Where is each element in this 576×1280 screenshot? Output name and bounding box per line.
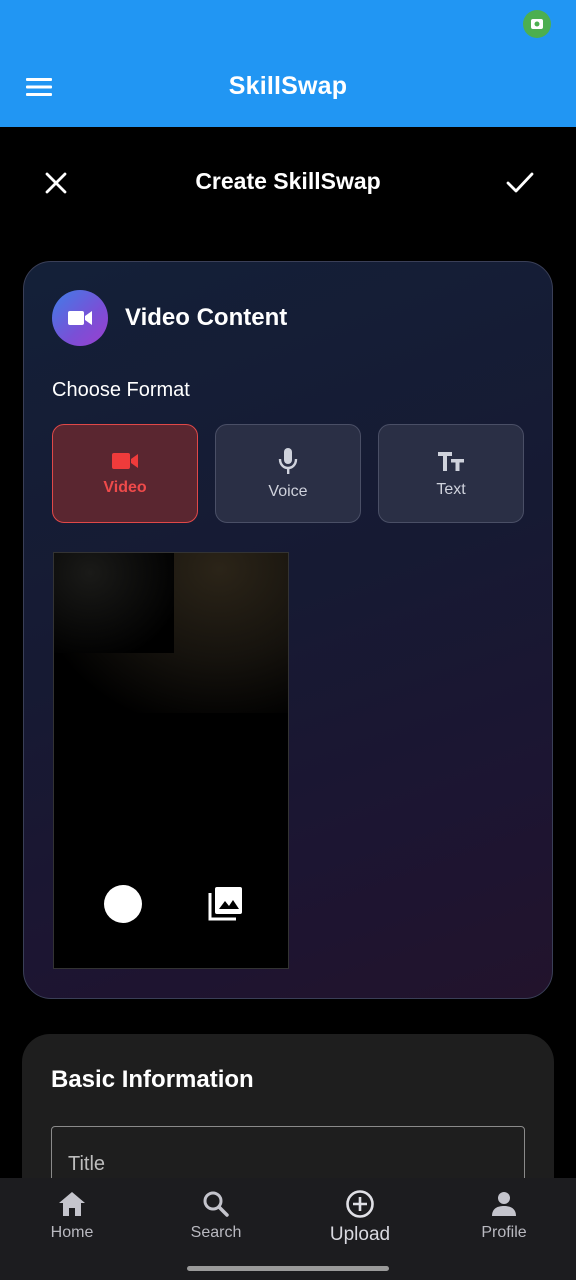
format-option-voice[interactable]: Voice: [215, 424, 361, 523]
bottom-navigation: Home Search Upload Profile: [0, 1178, 576, 1280]
page-title: Create SkillSwap: [195, 168, 381, 194]
nav-label: Profile: [481, 1224, 527, 1241]
home-icon: [59, 1192, 85, 1216]
nav-label: Upload: [329, 1224, 391, 1245]
record-button[interactable]: [104, 885, 142, 923]
home-indicator[interactable]: [187, 1266, 389, 1271]
videocam-icon: [112, 452, 138, 469]
video-content-card: Video Content Choose Format Video Voice …: [23, 261, 553, 999]
nav-item-upload[interactable]: Upload: [300, 1190, 420, 1246]
nav-item-home[interactable]: Home: [12, 1190, 132, 1242]
format-label: Video: [103, 478, 147, 496]
choose-format-label: Choose Format: [52, 379, 190, 401]
confirm-check-icon[interactable]: [500, 163, 540, 203]
app-title: SkillSwap: [228, 72, 348, 100]
nav-item-profile[interactable]: Profile: [444, 1190, 564, 1242]
nav-label: Home: [50, 1224, 94, 1241]
camera-preview: [53, 552, 289, 969]
format-option-text[interactable]: Text: [378, 424, 524, 523]
video-content-title: Video Content: [125, 304, 288, 331]
nav-label: Search: [190, 1224, 242, 1241]
basic-information-title: Basic Information: [51, 1066, 254, 1093]
screen-record-indicator-icon: [523, 10, 551, 38]
nav-item-search[interactable]: Search: [156, 1190, 276, 1242]
format-label: Voice: [268, 482, 308, 500]
add-circle-icon: [346, 1190, 374, 1218]
mic-icon: [278, 447, 298, 474]
format-option-video[interactable]: Video: [52, 424, 198, 523]
search-icon: [203, 1191, 229, 1217]
person-icon: [492, 1192, 516, 1216]
videocam-icon: [52, 290, 108, 346]
gallery-icon[interactable]: [206, 885, 244, 923]
format-label: Text: [436, 480, 466, 498]
app-bar: SkillSwap: [0, 0, 576, 127]
screen-header: Create SkillSwap: [0, 127, 576, 237]
text-fields-icon: [438, 451, 464, 471]
title-field-placeholder: Title: [68, 1153, 106, 1175]
